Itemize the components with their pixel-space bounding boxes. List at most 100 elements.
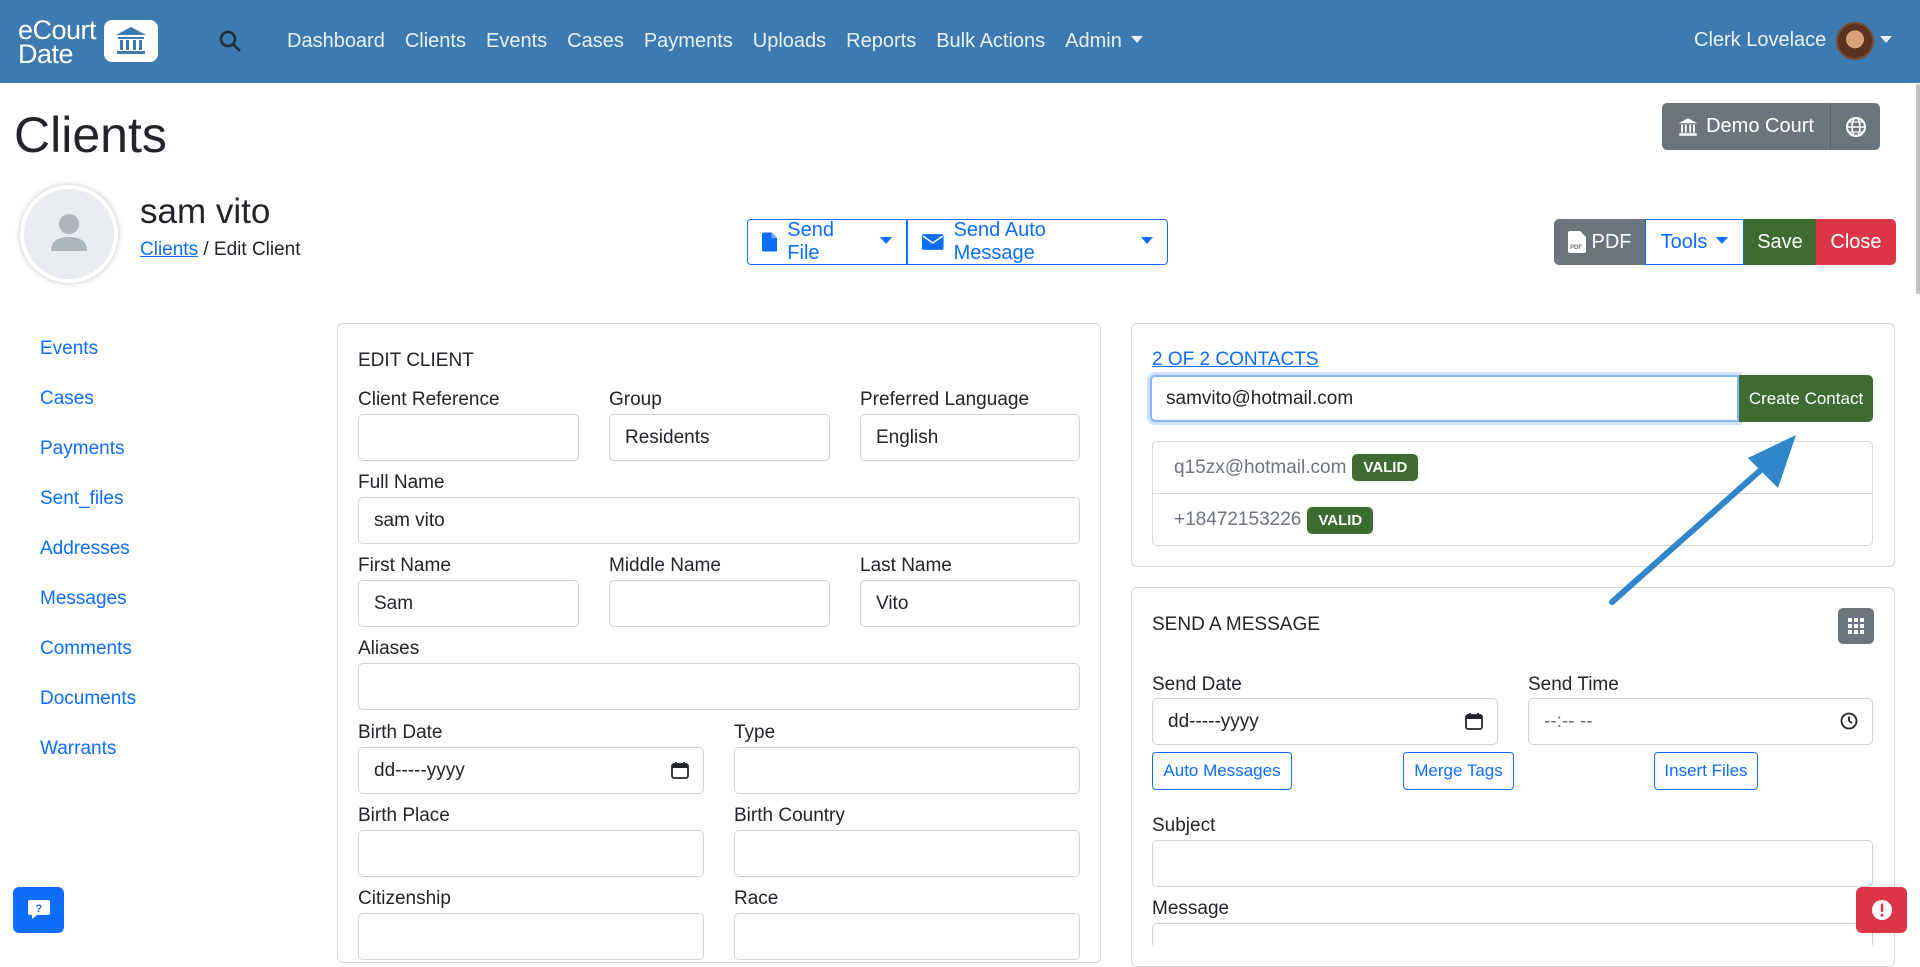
exclamation-circle-icon xyxy=(1871,900,1892,920)
nav-admin-dropdown[interactable]: Admin xyxy=(1065,30,1143,53)
chevron-down-icon xyxy=(1130,36,1143,44)
message-textarea[interactable] xyxy=(1152,923,1873,945)
chevron-down-icon xyxy=(1141,236,1153,244)
race-input[interactable] xyxy=(734,913,1080,960)
close-button[interactable]: Close xyxy=(1816,219,1896,265)
type-label: Type xyxy=(734,722,776,743)
breadcrumb-separator: / xyxy=(198,239,214,260)
sidebar-item-sent-files[interactable]: Sent_files xyxy=(40,488,123,510)
calendar-icon[interactable] xyxy=(671,761,689,779)
merge-tags-button[interactable]: Merge Tags xyxy=(1403,752,1514,790)
client-reference-label: Client Reference xyxy=(358,389,500,410)
birth-country-input[interactable] xyxy=(734,830,1080,877)
client-name-heading: sam vito xyxy=(140,192,271,231)
page-scrollbar[interactable] xyxy=(1916,84,1920,294)
demo-court-button[interactable]: Demo Court xyxy=(1662,103,1830,150)
send-auto-message-button[interactable]: Send Auto Message xyxy=(907,219,1168,265)
birth-place-input[interactable] xyxy=(358,830,704,877)
nav-admin-label: Admin xyxy=(1065,30,1122,52)
tools-label: Tools xyxy=(1660,230,1708,253)
birth-country-label: Birth Country xyxy=(734,805,845,826)
top-navbar: eCourt Date Dashboard Clients Events Cas… xyxy=(0,0,1920,83)
sidebar-item-cases[interactable]: Cases xyxy=(40,388,94,410)
sidebar-item-documents[interactable]: Documents xyxy=(40,688,136,710)
pdf-file-icon: PDF xyxy=(1567,231,1586,253)
sidebar-item-events[interactable]: Events xyxy=(40,338,98,360)
last-name-input[interactable]: Vito xyxy=(860,580,1080,627)
contacts-count-link[interactable]: 2 OF 2 CONTACTS xyxy=(1152,349,1318,371)
message-label: Message xyxy=(1152,898,1230,919)
send-file-button[interactable]: Send File xyxy=(747,219,907,265)
race-label: Race xyxy=(734,888,779,909)
nav-clients[interactable]: Clients xyxy=(405,30,466,53)
create-contact-button[interactable]: Create Contact xyxy=(1739,375,1873,422)
chevron-down-icon[interactable] xyxy=(1880,36,1892,43)
sidebar-item-warrants[interactable]: Warrants xyxy=(40,738,116,760)
status-badge: VALID xyxy=(1307,506,1374,534)
new-contact-input[interactable]: samvito@hotmail.com xyxy=(1150,375,1739,422)
search-icon[interactable] xyxy=(218,29,244,55)
grid-icon xyxy=(1848,618,1864,634)
chevron-down-icon xyxy=(880,236,892,244)
globe-button[interactable] xyxy=(1830,103,1880,150)
calendar-icon[interactable] xyxy=(1465,712,1483,730)
nav-events[interactable]: Events xyxy=(486,30,547,53)
globe-icon xyxy=(1845,116,1866,137)
page-title: Clients xyxy=(14,107,167,163)
insert-files-button[interactable]: Insert Files xyxy=(1654,752,1758,790)
client-avatar[interactable] xyxy=(20,185,118,283)
person-icon xyxy=(51,214,87,251)
subject-input[interactable] xyxy=(1152,840,1873,887)
middle-name-input[interactable] xyxy=(609,580,830,627)
breadcrumb-clients-link[interactable]: Clients xyxy=(140,239,198,260)
tools-dropdown-button[interactable]: Tools xyxy=(1645,219,1744,265)
type-input[interactable] xyxy=(734,747,1080,794)
sidebar-item-addresses[interactable]: Addresses xyxy=(40,538,130,560)
group-select[interactable]: Residents xyxy=(609,414,830,461)
status-badge: VALID xyxy=(1352,454,1419,481)
nav-payments[interactable]: Payments xyxy=(644,30,733,53)
citizenship-input[interactable] xyxy=(358,913,704,960)
save-button[interactable]: Save xyxy=(1744,219,1816,265)
send-message-title: SEND A MESSAGE xyxy=(1152,614,1320,635)
courthouse-icon xyxy=(104,20,158,62)
preferred-language-label: Preferred Language xyxy=(860,389,1030,410)
nav-reports[interactable]: Reports xyxy=(846,30,916,53)
sidebar-item-messages[interactable]: Messages xyxy=(40,588,127,610)
grid-menu-button[interactable] xyxy=(1838,608,1874,644)
contact-value: +18472153226 xyxy=(1174,509,1302,530)
svg-text:PDF: PDF xyxy=(1570,245,1582,251)
preferred-language-select[interactable]: English xyxy=(860,414,1080,461)
alert-button[interactable] xyxy=(1856,887,1907,933)
ecourtdate-logo[interactable]: eCourt Date xyxy=(18,17,160,68)
envelope-icon xyxy=(922,234,944,250)
send-time-input[interactable]: --:-- -- xyxy=(1528,698,1873,745)
clock-icon[interactable] xyxy=(1840,712,1858,730)
send-date-input[interactable]: dd-----yyyy xyxy=(1152,698,1498,745)
help-chat-button[interactable]: ? xyxy=(13,887,64,933)
nav-bulk-actions[interactable]: Bulk Actions xyxy=(936,30,1045,53)
client-reference-input[interactable] xyxy=(358,414,579,461)
nav-cases[interactable]: Cases xyxy=(567,30,624,53)
file-icon xyxy=(762,232,778,252)
nav-uploads[interactable]: Uploads xyxy=(753,30,826,53)
nav-dashboard[interactable]: Dashboard xyxy=(287,30,385,53)
pdf-button[interactable]: PDF PDF xyxy=(1554,219,1645,265)
sidebar-item-comments[interactable]: Comments xyxy=(40,638,132,660)
breadcrumb-current: Edit Client xyxy=(213,239,301,260)
chevron-down-icon xyxy=(1716,236,1729,244)
aliases-label: Aliases xyxy=(358,638,420,659)
user-name[interactable]: Clerk Lovelace xyxy=(1694,29,1826,52)
aliases-input[interactable] xyxy=(358,663,1080,710)
user-avatar[interactable] xyxy=(1836,22,1874,60)
chat-question-icon: ? xyxy=(27,900,50,919)
sidebar-item-payments[interactable]: Payments xyxy=(40,438,124,460)
svg-text:?: ? xyxy=(35,903,42,915)
annotation-arrow xyxy=(1609,435,1796,605)
birth-date-input[interactable]: dd-----yyyy xyxy=(358,747,704,794)
auto-messages-button[interactable]: Auto Messages xyxy=(1152,752,1292,790)
first-name-input[interactable]: Sam xyxy=(358,580,579,627)
citizenship-label: Citizenship xyxy=(358,888,451,909)
main-nav: Dashboard Clients Events Cases Payments … xyxy=(287,30,1163,53)
full-name-input[interactable]: sam vito xyxy=(358,497,1080,544)
